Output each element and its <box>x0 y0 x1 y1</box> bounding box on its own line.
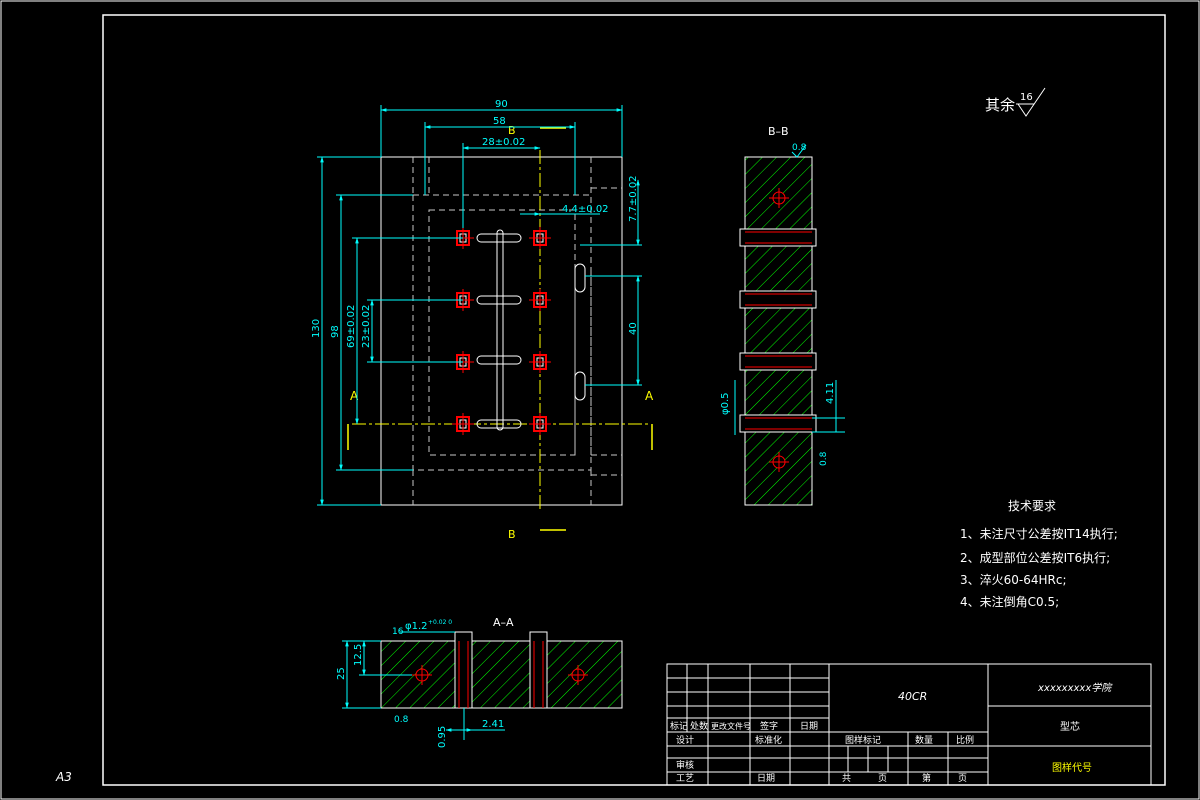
material-label: 40CR <box>898 690 927 703</box>
total-label: 共 <box>842 773 851 784</box>
dim-width-90: 90 <box>495 99 508 110</box>
section-a-a: A–A 25 12.5 φ1.2 +0.02 0 16 0.8 2.41 0.9… <box>336 616 623 748</box>
date-label: 日期 <box>757 773 775 784</box>
bb-finish-bottom: 0.8 <box>819 451 829 466</box>
main-dim-labels: 90 58 28±0.02 4.4±0.02 7.7±0.02 40 130 9… <box>311 99 639 348</box>
aa-dia-label: φ1.2 <box>405 621 428 632</box>
drawing-mark-label: 图样标记 <box>845 734 881 746</box>
design-label: 设计 <box>676 734 694 746</box>
runner-slots <box>476 229 586 431</box>
section-mark-b-top: B <box>508 124 516 137</box>
inner-frame <box>102 14 1166 786</box>
sheet-size-label: A3 <box>55 770 72 784</box>
aa-dim-0-95: 0.95 <box>437 726 448 748</box>
tech-req-title: 技术要求 <box>1008 499 1056 513</box>
tech-req-item-1: 1、未注尺寸公差按IT14执行; <box>960 526 1118 541</box>
review-label: 审核 <box>676 759 694 771</box>
bb-dim-4-11: 4.11 <box>825 382 836 404</box>
aa-finish-left: 16 <box>392 627 404 637</box>
quantity-label: 数量 <box>915 734 933 746</box>
cavity-hole <box>529 351 551 373</box>
bb-dia-label: φ0.5 <box>720 393 731 416</box>
col-mark: 标记 <box>670 720 688 732</box>
cavity-hole <box>529 289 551 311</box>
finish-value: 16 <box>1020 92 1033 103</box>
page-label: 页 <box>958 773 967 784</box>
dim-width-28: 28±0.02 <box>482 137 525 148</box>
title-block-text: 40CR xxxxxxxxx学院 型芯 图样代号 标记 处数 更改文件号 签字 … <box>670 682 1113 784</box>
section-mark-a-left: A <box>350 389 359 403</box>
section-aa-title: A–A <box>493 616 514 629</box>
cavity-hole <box>452 413 474 435</box>
aa-dim-2-41: 2.41 <box>482 719 504 730</box>
aa-dim-25: 25 <box>336 667 347 680</box>
finish-label: 其余 <box>985 96 1015 114</box>
cad-drawing: A3 其余 16 B B A A 90 58 28±0.02 4.4±0.02 … <box>0 0 1200 800</box>
section-mark-b-bottom: B <box>508 528 516 541</box>
col-count: 处数 <box>690 720 708 732</box>
total-page-label: 页 <box>878 773 887 784</box>
part-name-label: 型芯 <box>1060 720 1080 733</box>
title-block: 40CR xxxxxxxxx学院 型芯 图样代号 标记 处数 更改文件号 签字 … <box>666 663 1152 786</box>
tech-req-item-2: 2、成型部位公差按IT6执行; <box>960 550 1110 565</box>
standardize-label: 标准化 <box>755 734 782 746</box>
tech-req-item-3: 3、淬火60-64HRc; <box>960 572 1067 587</box>
bb-finish-top: 0.8 <box>792 143 807 153</box>
section-mark-a-right: A <box>645 389 654 403</box>
main-view: B B A A 90 58 28±0.02 4.4±0.02 7.7±0.02 … <box>311 99 654 541</box>
scale-label: 比例 <box>956 734 974 746</box>
section-b-b: B–B 0.8 φ0.5 4.11 0.8 <box>720 125 845 506</box>
aa-dim-12-5: 12.5 <box>353 644 364 666</box>
dim-width-58: 58 <box>493 116 506 127</box>
dim-spacing-40: 40 <box>628 322 639 335</box>
cavity-holes <box>452 227 551 435</box>
dim-height-23: 23±0.02 <box>361 305 372 348</box>
number-label: 第 <box>922 772 931 784</box>
dim-offset-4-4: 4.4±0.02 <box>562 204 609 215</box>
dim-height-98: 98 <box>330 325 341 338</box>
col-date: 日期 <box>800 721 818 732</box>
dim-height-69: 69±0.02 <box>346 305 357 348</box>
surface-finish-note: 其余 16 <box>985 87 1046 117</box>
dim-offset-7-7: 7.7±0.02 <box>628 175 639 222</box>
cavity-hole <box>529 227 551 249</box>
dim-height-130: 130 <box>311 319 322 338</box>
tech-requirements: 技术要求 1、未注尺寸公差按IT14执行; 2、成型部位公差按IT6执行; 3、… <box>960 499 1118 609</box>
tech-req-item-4: 4、未注倒角C0.5; <box>960 594 1059 609</box>
drawing-number-label: 图样代号 <box>1052 761 1092 774</box>
process-label: 工艺 <box>676 773 694 784</box>
cavity-hole <box>529 413 551 435</box>
school-label: xxxxxxxxx学院 <box>1037 682 1113 694</box>
aa-finish-bottom: 0.8 <box>394 715 409 725</box>
col-signature: 签字 <box>760 720 778 732</box>
section-bb-title: B–B <box>768 125 789 138</box>
aa-tol-label: +0.02 0 <box>428 619 452 626</box>
col-change-doc: 更改文件号 <box>711 721 751 731</box>
